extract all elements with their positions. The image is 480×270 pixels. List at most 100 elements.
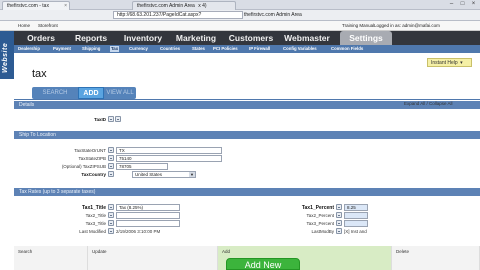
home-link[interactable]: Home <box>18 23 30 28</box>
last-modified-label: Last Modified <box>79 229 106 234</box>
subnav-states[interactable]: States <box>191 46 206 52</box>
instant-help-button[interactable]: Instant Help ▾ <box>427 58 472 67</box>
last-mod-by-value: [X] Inst and <box>344 229 367 234</box>
tax1-title-label: Tax1_Title <box>82 205 106 211</box>
tax-zip-label: TaxStateZIPB <box>78 156 106 161</box>
update-column-label: Update <box>92 249 107 254</box>
info-icon[interactable] <box>108 228 114 234</box>
nav-webmaster[interactable]: Webmaster <box>280 31 334 45</box>
close-icon[interactable]: × <box>64 3 67 9</box>
expand-collapse-link[interactable]: Expand All / Collapse All <box>404 101 453 106</box>
nav-orders[interactable]: Orders <box>18 31 64 45</box>
tax-country-value: United States <box>135 172 163 177</box>
delete-column-label: Delete <box>396 249 410 254</box>
tax1-percent-label: Tax1_Percent <box>301 205 334 211</box>
subnav-dealership[interactable]: Dealership <box>17 46 41 52</box>
tax1-title-input[interactable]: Tax (8.25%) <box>116 204 180 211</box>
tax-zip-input[interactable]: 75140 <box>116 155 222 162</box>
subnav-countries[interactable]: Countries <box>159 46 181 52</box>
subnav-pci-policies[interactable]: PCI Policies <box>212 46 239 52</box>
page-heading-label: thefirstvc.com Admin Area <box>244 12 302 18</box>
storefront-link[interactable]: Storefront <box>38 23 58 28</box>
delete-column: Delete <box>392 246 480 270</box>
info-icon[interactable] <box>336 204 342 210</box>
search-column: Search <box>14 246 88 270</box>
subnav-common-fields[interactable]: Common Fields <box>330 46 364 52</box>
tax-zipsub-input[interactable]: 78705 <box>116 163 168 170</box>
info-icon[interactable] <box>108 220 114 226</box>
subnav-payment[interactable]: Payment <box>52 46 72 52</box>
admin-top-strip: Home Storefront Training Manual Logged i… <box>0 21 480 31</box>
subnav-config-variables[interactable]: Config Variables <box>282 46 318 52</box>
browser-tab-label: thefirstvc.com Admin Area <box>137 3 195 9</box>
info-icon[interactable] <box>108 155 114 161</box>
tax1-percent-input[interactable]: 8.25 <box>344 204 368 211</box>
logged-in-text: Logged in as: admin@mafai.com <box>374 23 440 28</box>
divider <box>14 99 480 100</box>
info-icon[interactable] <box>108 163 114 169</box>
search-column-label: Search <box>18 249 33 254</box>
info-icon[interactable] <box>108 116 114 122</box>
brand-bar: Website <box>0 31 14 79</box>
maximize-icon[interactable]: □ <box>457 0 468 9</box>
tax-zipsub-label: (Optional) TaxZIPSUB <box>61 164 106 169</box>
view-all-button[interactable]: VIEW ALL <box>104 87 136 99</box>
tax2-percent-input[interactable] <box>344 212 368 219</box>
minimize-icon[interactable]: – <box>446 0 457 9</box>
subnav-shipping[interactable]: Shipping <box>81 46 101 52</box>
nav-settings[interactable]: Settings <box>340 31 392 45</box>
info-icon[interactable] <box>336 228 342 234</box>
help-icon: ▾ <box>460 60 463 66</box>
tax-state-input[interactable]: TX <box>116 147 222 154</box>
settings-subnav: Dealership Payment Shipping Tax Currency… <box>14 45 480 53</box>
browser-tab-label: thefirstvc.com - tax <box>7 3 49 9</box>
tax2-percent-label: Tax2_Percent <box>306 213 334 218</box>
tax-rates-section-header[interactable]: Tax Rates (up to 3 separate taxes) <box>14 188 480 196</box>
tax-country-select[interactable]: United States ▼ <box>132 171 196 178</box>
tax3-title-label: Tax3_Title <box>85 221 106 226</box>
tax3-title-input[interactable] <box>116 220 180 227</box>
info-icon[interactable] <box>108 212 114 218</box>
last-mod-by-label: LastModBy <box>311 229 334 234</box>
brand-logo: Website <box>2 42 9 73</box>
info-icon[interactable] <box>336 220 342 226</box>
chevron-down-icon: ▼ <box>189 172 195 177</box>
add-new-button[interactable]: Add New <box>226 258 300 270</box>
browser-tab-bar: thefirstvc.com - tax × thefirstvc.com Ad… <box>0 0 480 10</box>
tax-country-label: TaxCountry <box>81 172 106 177</box>
nav-customers[interactable]: Customers <box>224 31 278 45</box>
add-button[interactable]: ADD <box>78 87 104 99</box>
info-icon[interactable] <box>108 171 114 177</box>
page-title: tax <box>32 68 47 80</box>
search-button[interactable]: SEARCH <box>32 87 78 99</box>
subnav-tax[interactable]: Tax <box>110 46 120 52</box>
browser-tab-suffix: x 4) <box>198 3 207 9</box>
tax3-percent-label: Tax3_Percent <box>306 221 334 226</box>
browser-tab-tax[interactable]: thefirstvc.com - tax × <box>2 1 70 10</box>
info-icon[interactable] <box>108 147 114 153</box>
instant-help-label: Instant Help <box>431 60 458 66</box>
add-column-label: Add <box>222 249 231 254</box>
tax3-percent-input[interactable] <box>344 220 368 227</box>
address-input[interactable]: http://68.63.201.237/PageIdCat.aspx? <box>113 11 243 19</box>
ship-to-section-header[interactable]: Ship To Location <box>14 131 480 139</box>
edit-icon[interactable] <box>115 116 121 122</box>
update-column: Update <box>88 246 218 270</box>
close-window-icon[interactable]: × <box>468 0 479 9</box>
last-modified-value: 2/19/2006 3:10:00 PM <box>116 229 161 234</box>
subnav-currency[interactable]: Currency <box>128 46 149 52</box>
nav-marketing[interactable]: Marketing <box>170 31 222 45</box>
subnav-ip-firewall[interactable]: IP Firewall <box>248 46 271 52</box>
taxid-label: TaxID <box>94 117 106 122</box>
info-icon[interactable] <box>336 212 342 218</box>
tax2-title-input[interactable] <box>116 212 180 219</box>
training-manual-link[interactable]: Training Manual <box>342 23 374 28</box>
tax2-title-label: Tax2_Title <box>85 213 106 218</box>
nav-inventory[interactable]: Inventory <box>118 31 168 45</box>
address-bar-row: http://68.63.201.237/PageIdCat.aspx? the… <box>0 10 480 21</box>
tax-state-label: TaxStateOrUNT <box>74 148 106 153</box>
browser-tab-admin[interactable]: thefirstvc.com Admin Area x 4) <box>132 1 236 10</box>
nav-reports[interactable]: Reports <box>68 31 114 45</box>
info-icon[interactable] <box>108 204 114 210</box>
main-nav: Orders Reports Inventory Marketing Custo… <box>14 31 480 45</box>
